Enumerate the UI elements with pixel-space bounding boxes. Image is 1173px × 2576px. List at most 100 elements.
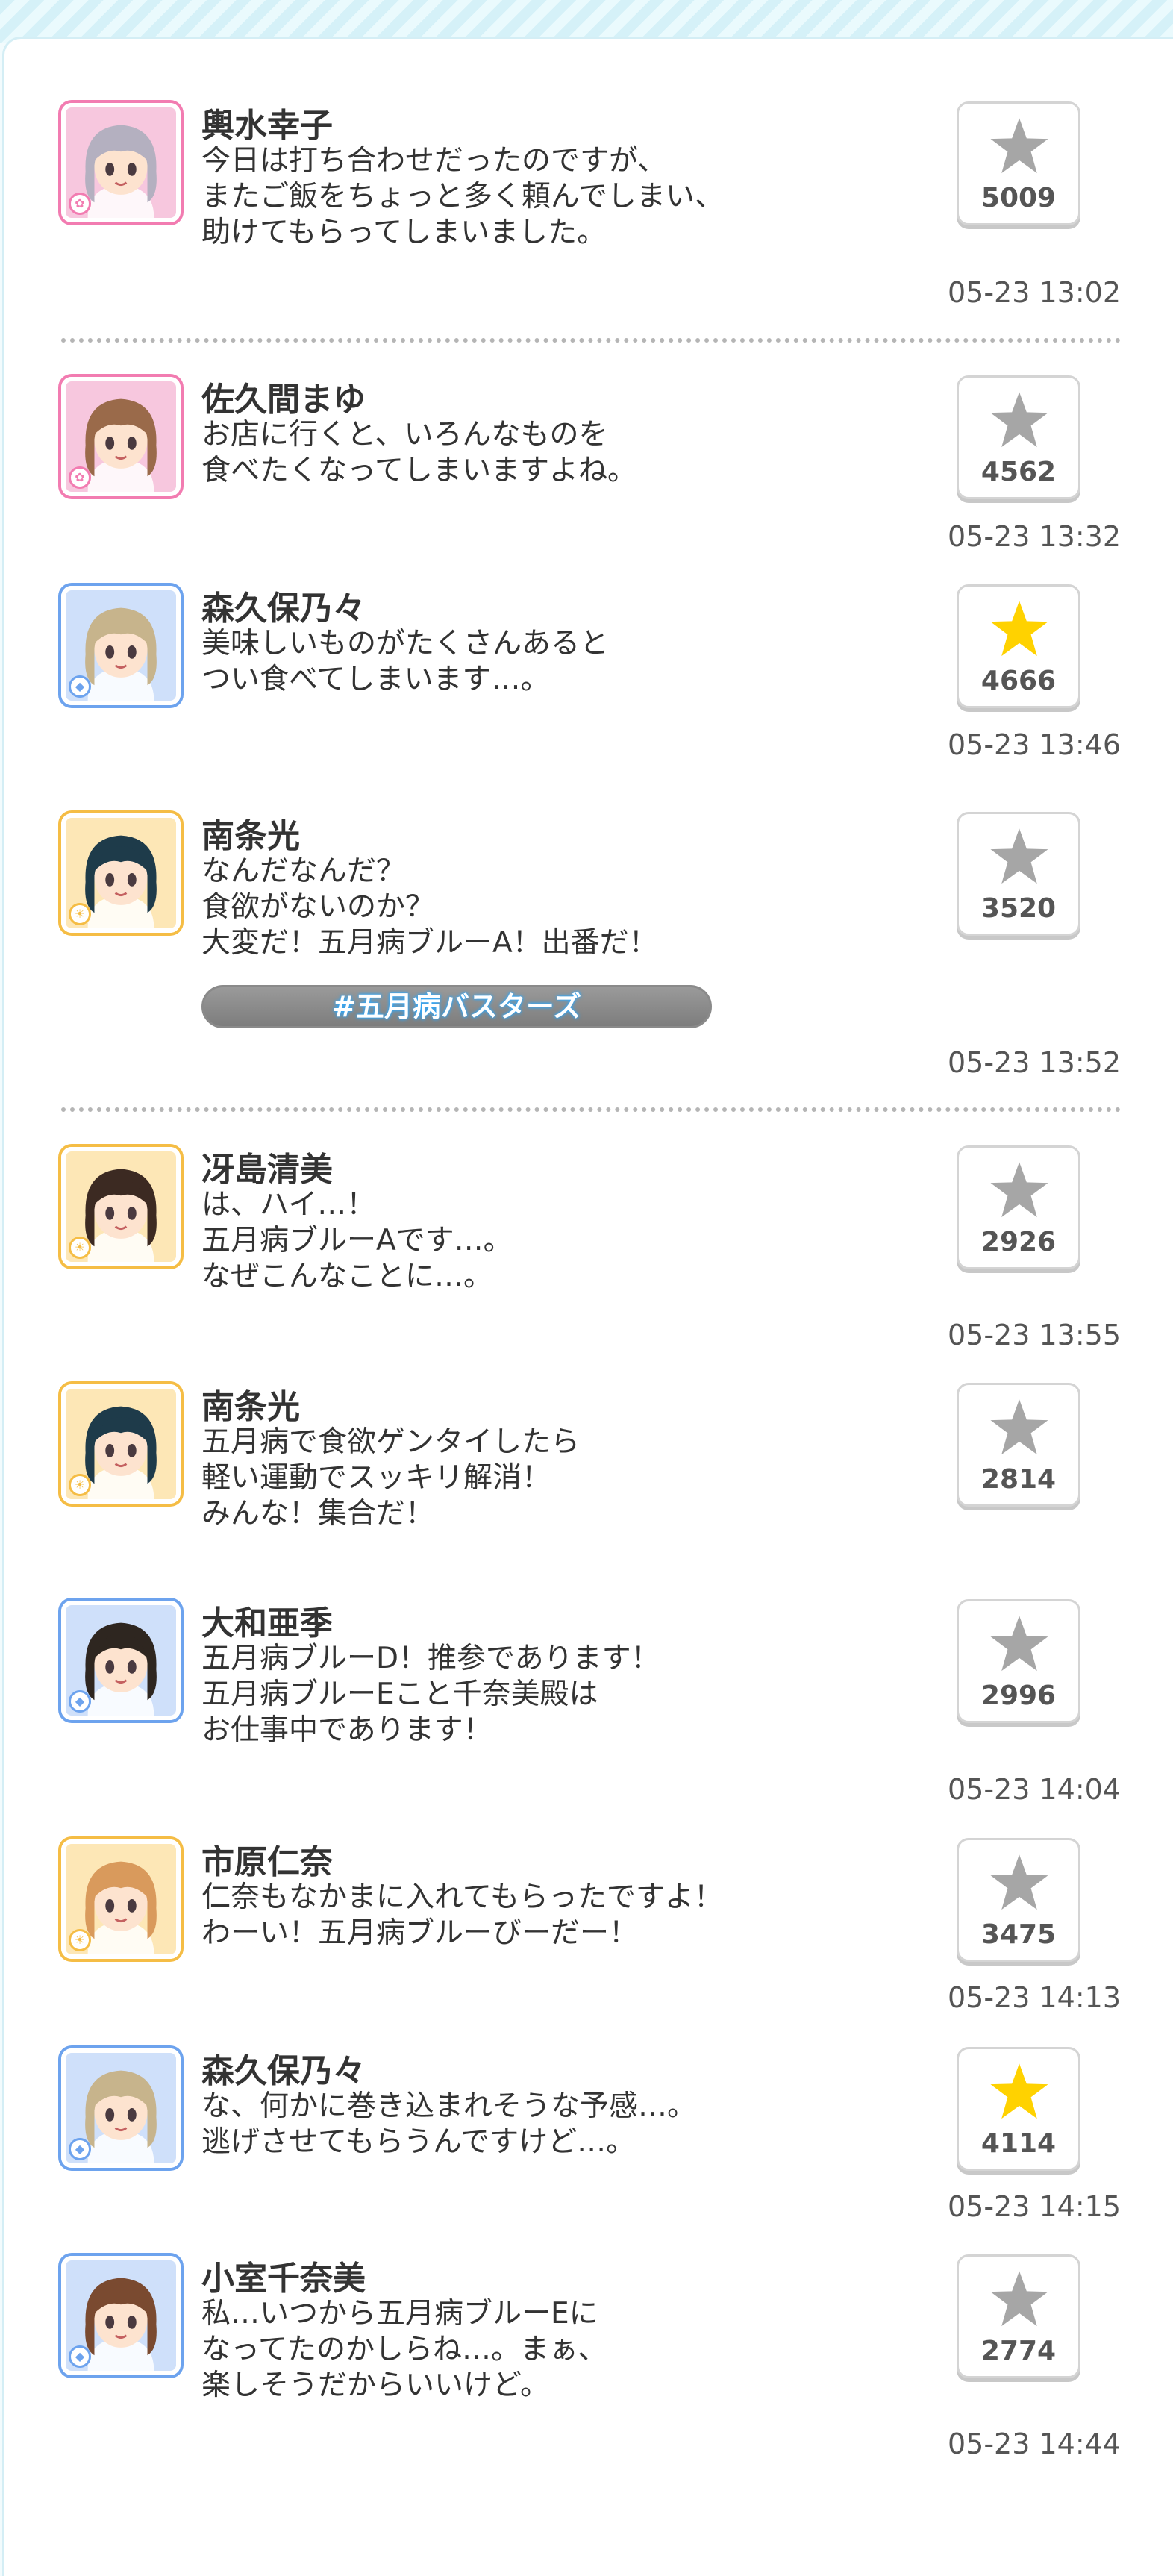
message-line: つい食べてしまいます…。	[201, 663, 550, 696]
sun-icon: ☀	[69, 903, 91, 925]
author-name[interactable]: 冴島清美	[201, 1142, 333, 1190]
message-line: 五月病ブルーAです…。	[201, 1224, 513, 1257]
message-line: お店に行くと、いろんなものを	[201, 418, 608, 451]
post-message: 私…いつから五月病ブルーEに なってたのかしらね…。まぁ、 楽しそうだからいいけど。	[201, 2296, 948, 2404]
message-line: なぜこんなことに…。	[201, 1260, 493, 1293]
message-line: 美味しいものがたくさんあると	[201, 627, 610, 660]
star-icon	[990, 601, 1048, 657]
star-button[interactable]: 4666	[957, 584, 1080, 708]
post-timestamp: 05-23 14:04	[947, 1773, 1121, 1806]
star-button[interactable]: 2996	[957, 1599, 1080, 1723]
message-line: 助けてもらってしまいました。	[201, 216, 607, 249]
post-timestamp: 05-23 14:13	[947, 1981, 1121, 2014]
message-line: 食べたくなってしまいますよね。	[201, 454, 637, 487]
post-message: は、ハイ…！ 五月病ブルーAです…。 なぜこんなことに…。	[201, 1187, 948, 1295]
sun-icon: ☀	[69, 1474, 91, 1496]
star-button[interactable]: 2774	[957, 2254, 1080, 2378]
message-line: みんな！集合だ！	[201, 1497, 435, 1531]
author-name[interactable]: 市原仁奈	[201, 1835, 333, 1883]
avatar[interactable]: ◆	[61, 2256, 181, 2375]
post-timestamp: 05-23 14:15	[947, 2190, 1121, 2223]
flower-icon: ✿	[69, 466, 91, 489]
hashtag-button[interactable]: #五月病バスターズ	[201, 985, 712, 1028]
diamond-icon: ◆	[69, 675, 91, 698]
diamond-icon: ◆	[69, 2138, 91, 2160]
message-line: なってたのかしらね…。まぁ、	[201, 2333, 607, 2366]
star-button[interactable]: 2814	[957, 1383, 1080, 1507]
star-count: 3475	[980, 1919, 1057, 1950]
star-icon	[990, 2271, 1048, 2327]
message-line: なんだなんだ？	[201, 854, 406, 888]
star-button[interactable]: 4562	[957, 375, 1080, 499]
avatar[interactable]: ◆	[61, 586, 181, 705]
avatar[interactable]: ◆	[61, 2048, 181, 2168]
message-line: 逃げさせてもらうんですけど…。	[201, 2125, 636, 2159]
star-count: 2926	[980, 1227, 1057, 1257]
star-count: 2814	[980, 1464, 1057, 1495]
star-button[interactable]: 5009	[957, 101, 1080, 225]
star-button[interactable]: 3520	[957, 812, 1080, 936]
star-icon	[990, 828, 1048, 884]
message-line: またご飯をちょっと多く頼んでしまい、	[201, 180, 725, 213]
star-icon	[990, 2063, 1048, 2119]
thread-divider	[61, 1107, 1121, 1112]
star-icon	[990, 1854, 1048, 1910]
avatar[interactable]: ✿	[61, 377, 181, 496]
author-name[interactable]: 佐久間まゆ	[201, 372, 366, 420]
author-name[interactable]: 南条光	[201, 1380, 300, 1428]
author-name[interactable]: 森久保乃々	[201, 581, 366, 629]
post-message: 五月病ブルーD！推参であります！ 五月病ブルーEこと千奈美殿は お仕事中であります！	[201, 1641, 948, 1748]
avatar[interactable]: ✿	[61, 103, 181, 222]
message-line: 大変だ！五月病ブルーA！出番だ！	[201, 926, 658, 960]
post-message: 今日は打ち合わせだったのですが、 またご飯をちょっと多く頼んでしまい、 助けてもらっ…	[201, 143, 948, 251]
message-line: 楽しそうだからいいけど。	[201, 2369, 550, 2402]
avatar[interactable]: ◆	[61, 1601, 181, 1720]
post-timestamp: 05-23 13:02	[947, 276, 1121, 309]
star-count: 2996	[980, 1681, 1057, 1711]
author-name[interactable]: 南条光	[201, 809, 300, 857]
avatar[interactable]: ☀	[61, 813, 181, 933]
star-button[interactable]: 4114	[957, 2047, 1080, 2171]
avatar[interactable]: ☀	[61, 1839, 181, 1959]
star-count: 4666	[980, 666, 1057, 696]
post-message: 美味しいものがたくさんあると つい食べてしまいます…。	[201, 626, 948, 698]
diamond-icon: ◆	[69, 2345, 91, 2368]
message-line: 私…いつから五月病ブルーEに	[201, 2297, 598, 2330]
message-line: 軽い運動でスッキリ解消！	[201, 1461, 551, 1495]
star-count: 5009	[980, 183, 1057, 213]
star-count: 2774	[980, 2336, 1057, 2366]
sun-icon: ☀	[69, 1237, 91, 1259]
post-timestamp: 05-23 13:52	[947, 1046, 1121, 1079]
avatar[interactable]: ☀	[61, 1147, 181, 1266]
post-message: なんだなんだ？ 食欲がないのか？ 大変だ！五月病ブルーA！出番だ！	[201, 854, 948, 961]
star-button[interactable]: 3475	[957, 1838, 1080, 1962]
post-timestamp: 05-23 13:32	[947, 520, 1121, 553]
author-name[interactable]: 小室千奈美	[201, 2251, 366, 2299]
author-name[interactable]: 森久保乃々	[201, 2044, 366, 2092]
flower-icon: ✿	[69, 193, 91, 215]
star-icon	[990, 1162, 1048, 1218]
star-icon	[990, 392, 1048, 448]
message-line: 食欲がないのか？	[201, 890, 435, 924]
message-line: お仕事中であります！	[201, 1713, 492, 1747]
star-icon	[990, 1616, 1048, 1672]
author-name[interactable]: 輿水幸子	[201, 99, 333, 146]
post-timestamp: 05-23 13:46	[947, 728, 1121, 761]
post-message: 仁奈もなかまに入れてもらったですよ！ わーい！五月病ブルーびーだー！	[201, 1880, 948, 1951]
diamond-icon: ◆	[69, 1690, 91, 1713]
star-button[interactable]: 2926	[957, 1145, 1080, 1269]
post-message: 五月病で食欲ゲンタイしたら 軽い運動でスッキリ解消！ みんな！集合だ！	[201, 1425, 948, 1532]
post-timestamp: 05-23 13:55	[947, 1319, 1121, 1351]
star-count: 4562	[980, 457, 1057, 487]
message-line: 五月病ブルーEこと千奈美殿は	[201, 1678, 598, 1711]
message-line: 五月病で食欲ゲンタイしたら	[201, 1425, 581, 1459]
star-count: 3520	[980, 893, 1057, 924]
avatar[interactable]: ☀	[61, 1384, 181, 1504]
sun-icon: ☀	[69, 1929, 91, 1951]
star-icon	[990, 118, 1048, 174]
author-name[interactable]: 大和亜季	[201, 1596, 333, 1644]
thread-divider	[61, 338, 1121, 343]
post-message: お店に行くと、いろんなものを 食べたくなってしまいますよね。	[201, 417, 948, 489]
post-timestamp: 05-23 14:44	[947, 2427, 1121, 2460]
message-line: わーい！五月病ブルーびーだー！	[201, 1916, 639, 1950]
